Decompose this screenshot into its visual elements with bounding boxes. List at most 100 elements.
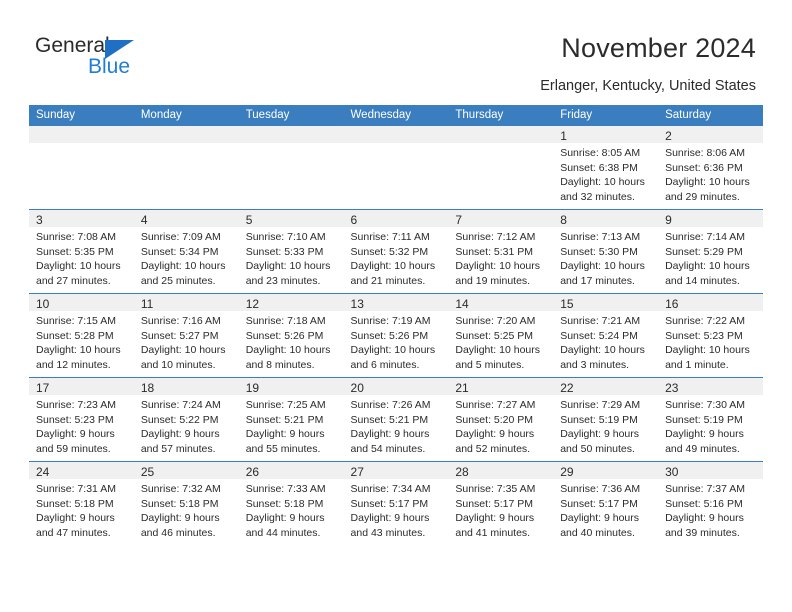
calendar-day-cell[interactable]: 8 Sunrise: 7:13 AM Sunset: 5:30 PM Daylight…: [553, 209, 659, 294]
sunset-text: Sunset: 5:19 PM: [665, 413, 743, 426]
sunset-text: Sunset: 5:19 PM: [560, 413, 638, 426]
daylight-text-line1: Daylight: 9 hours: [245, 512, 325, 525]
daylight-text-line2: and 1 minute.: [665, 358, 729, 371]
sunrise-text: Sunrise: 7:18 AM: [245, 315, 326, 327]
calendar-day-cell[interactable]: 9 Sunrise: 7:14 AM Sunset: 5:29 PM Daylight…: [658, 209, 763, 294]
calendar-day-cell[interactable]: 6 Sunrise: 7:11 AM Sunset: 5:32 PM Daylight…: [343, 209, 449, 294]
calendar-day-cell[interactable]: 1 Sunrise: 8:05 AM Sunset: 6:38 PM Daylight…: [553, 126, 659, 210]
sunset-text: Sunset: 5:31 PM: [455, 245, 534, 258]
day-number: 6: [350, 213, 358, 227]
sunset-text: Sunset: 5:28 PM: [36, 329, 114, 342]
day-number-band: 26: [238, 462, 344, 479]
location-subtitle: Erlanger, Kentucky, United States: [540, 78, 756, 94]
calendar-day-cell[interactable]: 2 Sunrise: 8:06 AM Sunset: 6:36 PM Daylight…: [658, 126, 763, 210]
calendar-day-cell[interactable]: 13 Sunrise: 7:19 AM Sunset: 5:26 PM Dayligh…: [343, 293, 449, 378]
calendar-day-cell[interactable]: 15 Sunrise: 7:21 AM Sunset: 5:24 PM Dayligh…: [553, 293, 659, 378]
day-number-band: [238, 126, 344, 143]
calendar-day-cell[interactable]: 30 Sunrise: 7:37 AM Sunset: 5:16 PM Dayligh…: [658, 461, 763, 545]
calendar-day-cell[interactable]: 17 Sunrise: 7:23 AM Sunset: 5:23 PM Dayligh…: [29, 377, 134, 462]
calendar-day-cell[interactable]: 23 Sunrise: 7:30 AM Sunset: 5:19 PM Dayligh…: [658, 377, 763, 462]
day-details: Sunrise: 7:20 AM Sunset: 5:25 PM Daylight:…: [448, 311, 553, 372]
sunset-text: Sunset: 5:26 PM: [245, 329, 324, 342]
calendar-day-cell[interactable]: 18 Sunrise: 7:24 AM Sunset: 5:22 PM Dayligh…: [133, 377, 239, 462]
day-number-band: 10: [29, 294, 134, 311]
day-number-band: 15: [553, 294, 659, 311]
calendar-day-cell[interactable]: 29 Sunrise: 7:36 AM Sunset: 5:17 PM Dayligh…: [553, 461, 659, 545]
daylight-text-line2: and 17 minutes.: [560, 274, 635, 287]
day-number-band: 1: [553, 126, 659, 143]
sunset-text: Sunset: 5:23 PM: [36, 413, 114, 426]
calendar-page: General Blue November 2024 Erlanger, Ken…: [0, 0, 792, 612]
daylight-text-line2: and 59 minutes.: [36, 442, 111, 455]
day-number-band: 13: [343, 294, 449, 311]
day-number: 25: [140, 465, 155, 479]
calendar-day-cell[interactable]: 14 Sunrise: 7:20 AM Sunset: 5:25 PM Dayligh…: [448, 293, 554, 378]
calendar-day-cell-empty: [343, 126, 449, 210]
day-number-band: 11: [133, 294, 239, 311]
calendar-day-cell[interactable]: 20 Sunrise: 7:26 AM Sunset: 5:21 PM Dayligh…: [343, 377, 449, 462]
day-number: 13: [350, 297, 364, 311]
daylight-text-line1: Daylight: 10 hours: [245, 260, 331, 273]
sunrise-text: Sunrise: 7:19 AM: [350, 315, 431, 327]
daylight-text-line1: Daylight: 10 hours: [560, 260, 645, 273]
calendar-day-cell[interactable]: 22 Sunrise: 7:29 AM Sunset: 5:19 PM Dayligh…: [553, 377, 659, 462]
calendar-day-cell[interactable]: 28 Sunrise: 7:35 AM Sunset: 5:17 PM Dayligh…: [448, 461, 554, 545]
sunset-text: Sunset: 5:21 PM: [245, 413, 324, 426]
calendar-day-cell[interactable]: 4 Sunrise: 7:09 AM Sunset: 5:34 PM Daylight…: [133, 209, 239, 294]
day-details: Sunrise: 7:19 AM Sunset: 5:26 PM Daylight:…: [344, 311, 449, 372]
day-number-band: 19: [238, 378, 344, 395]
calendar-day-cell[interactable]: 10 Sunrise: 7:15 AM Sunset: 5:28 PM Dayligh…: [29, 293, 134, 378]
calendar-day-cell[interactable]: 7 Sunrise: 7:12 AM Sunset: 5:31 PM Daylight…: [448, 209, 554, 294]
day-number: 4: [140, 213, 148, 227]
day-number: 12: [245, 297, 260, 311]
daylight-text-line1: Daylight: 9 hours: [665, 428, 744, 441]
day-details: Sunrise: 7:23 AM Sunset: 5:23 PM Daylight:…: [29, 395, 134, 456]
weekday-header-thursday: Thursday: [448, 105, 554, 126]
day-number-band: [29, 126, 134, 143]
calendar-day-cell[interactable]: 16 Sunrise: 7:22 AM Sunset: 5:23 PM Dayligh…: [658, 293, 763, 378]
calendar-day-cell[interactable]: 12 Sunrise: 7:18 AM Sunset: 5:26 PM Dayligh…: [238, 293, 344, 378]
sunset-text: Sunset: 5:21 PM: [350, 413, 429, 426]
sunset-text: Sunset: 5:30 PM: [560, 245, 638, 258]
day-details: Sunrise: 7:30 AM Sunset: 5:19 PM Daylight:…: [658, 395, 763, 456]
day-details: Sunrise: 7:33 AM Sunset: 5:18 PM Daylight:…: [239, 479, 344, 540]
day-number-band: 7: [448, 210, 554, 227]
calendar-day-cell[interactable]: 24 Sunrise: 7:31 AM Sunset: 5:18 PM Dayligh…: [29, 461, 134, 545]
day-number: 29: [560, 465, 574, 479]
sunrise-text: Sunrise: 7:36 AM: [560, 483, 641, 495]
calendar-day-cell[interactable]: 3 Sunrise: 7:08 AM Sunset: 5:35 PM Daylight…: [29, 209, 134, 294]
sunset-text: Sunset: 5:29 PM: [665, 245, 743, 258]
sunset-text: Sunset: 5:16 PM: [665, 497, 743, 510]
calendar-day-cell[interactable]: 25 Sunrise: 7:32 AM Sunset: 5:18 PM Dayligh…: [133, 461, 239, 545]
day-number: 22: [560, 381, 574, 395]
calendar-week-row: 24 Sunrise: 7:31 AM Sunset: 5:18 PM Dayligh…: [29, 461, 763, 545]
day-number-band: 20: [343, 378, 449, 395]
sunset-text: Sunset: 6:36 PM: [665, 161, 743, 174]
calendar-week-row: 1 Sunrise: 8:05 AM Sunset: 6:38 PM Daylight…: [29, 126, 763, 210]
calendar-day-cell-empty: [133, 126, 239, 210]
daylight-text-line2: and 21 minutes.: [350, 274, 426, 287]
daylight-text-line2: and 25 minutes.: [140, 274, 216, 287]
sunrise-text: Sunrise: 7:10 AM: [245, 231, 326, 243]
calendar-day-cell[interactable]: 26 Sunrise: 7:33 AM Sunset: 5:18 PM Dayligh…: [238, 461, 344, 545]
daylight-text-line2: and 44 minutes.: [245, 526, 321, 539]
logo-text-blue: Blue: [88, 55, 131, 78]
calendar-day-cell[interactable]: 5 Sunrise: 7:10 AM Sunset: 5:33 PM Daylight…: [238, 209, 344, 294]
daylight-text-line2: and 5 minutes.: [455, 358, 525, 371]
daylight-text-line1: Daylight: 9 hours: [36, 428, 115, 441]
sunset-text: Sunset: 6:38 PM: [560, 161, 638, 174]
day-number: 14: [455, 297, 469, 311]
daylight-text-line2: and 46 minutes.: [140, 526, 216, 539]
general-blue-logo[interactable]: General Blue: [30, 34, 230, 84]
calendar-day-cell[interactable]: 11 Sunrise: 7:16 AM Sunset: 5:27 PM Dayligh…: [133, 293, 239, 378]
calendar-day-cell[interactable]: 27 Sunrise: 7:34 AM Sunset: 5:17 PM Dayligh…: [343, 461, 449, 545]
sunset-text: Sunset: 5:18 PM: [36, 497, 114, 510]
sunset-text: Sunset: 5:27 PM: [140, 329, 219, 342]
day-number: 28: [455, 465, 469, 479]
daylight-text-line1: Daylight: 9 hours: [455, 512, 535, 525]
day-details: Sunrise: 7:25 AM Sunset: 5:21 PM Daylight:…: [239, 395, 344, 456]
day-details: Sunrise: 8:05 AM Sunset: 6:38 PM Daylight:…: [553, 143, 658, 204]
calendar-day-cell[interactable]: 19 Sunrise: 7:25 AM Sunset: 5:21 PM Dayligh…: [238, 377, 344, 462]
sunset-text: Sunset: 5:18 PM: [245, 497, 324, 510]
calendar-day-cell[interactable]: 21 Sunrise: 7:27 AM Sunset: 5:20 PM Dayligh…: [448, 377, 554, 462]
